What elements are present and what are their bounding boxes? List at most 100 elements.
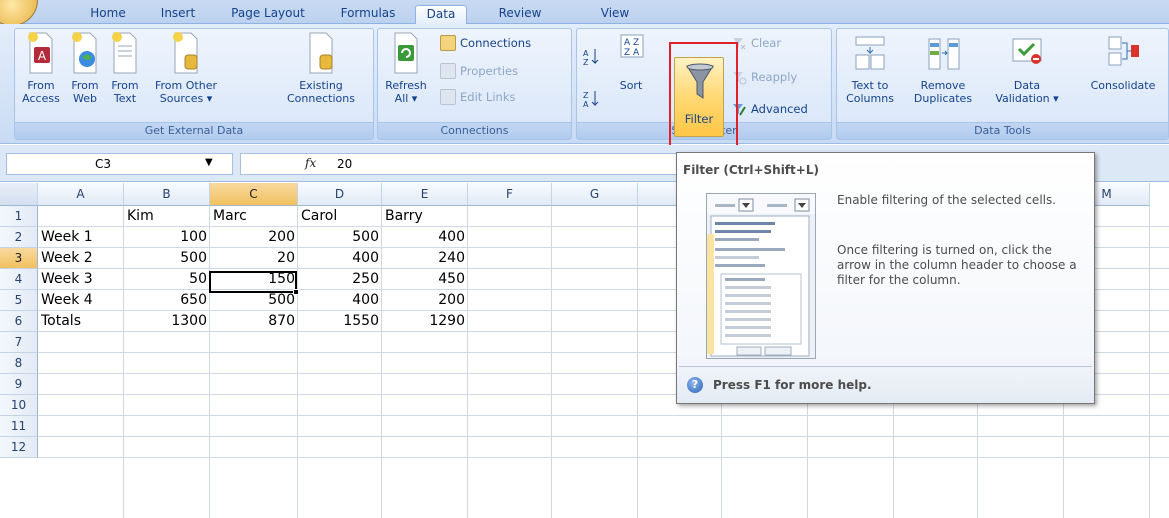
row-header-12[interactable]: 12 <box>0 437 38 458</box>
text-to-columns-line2: Columns <box>846 92 894 105</box>
cell-c1[interactable]: Marc <box>210 206 298 227</box>
properties-icon <box>440 63 456 79</box>
from-text-line1: From <box>111 79 139 92</box>
row-header-3[interactable]: 3 <box>0 248 38 269</box>
from-access-button[interactable]: A From Access <box>21 31 61 105</box>
row-header-11[interactable]: 11 <box>0 416 38 437</box>
sort-label: Sort <box>619 79 643 92</box>
sort-descending-icon: ZA <box>583 91 599 109</box>
tab-home[interactable]: Home <box>80 5 136 24</box>
column-header-f[interactable]: F <box>468 183 552 206</box>
cell-e3[interactable]: 240 <box>382 248 468 269</box>
refresh-all-button[interactable]: Refresh All ▾ <box>380 31 432 105</box>
advanced-button[interactable]: Advanced <box>731 101 808 117</box>
formula-value: 20 <box>337 157 353 171</box>
row-header-9[interactable]: 9 <box>0 374 38 395</box>
cell-c2[interactable]: 200 <box>210 227 298 248</box>
cell-a4[interactable]: Week 3 <box>38 269 124 290</box>
name-box[interactable]: C3 ▼ <box>6 153 233 175</box>
cell-e2[interactable]: 400 <box>382 227 468 248</box>
text-to-columns-button[interactable]: Text to Columns <box>839 31 901 105</box>
sort-a-to-z-button[interactable]: AZ <box>581 47 601 71</box>
cell-c3[interactable]: 20 <box>210 248 298 269</box>
cell-e5[interactable]: 200 <box>382 290 468 311</box>
consolidate-button[interactable]: Consolidate <box>1081 31 1165 92</box>
from-web-button[interactable]: From Web <box>67 31 103 105</box>
from-web-line1: From <box>71 79 99 92</box>
filter-label: Filter <box>684 112 714 126</box>
remove-duplicates-button[interactable]: Remove Duplicates <box>905 31 981 105</box>
cell-c6[interactable]: 870 <box>210 311 298 332</box>
group-connections: Refresh All ▾ Connections Properties Edi… <box>377 28 572 140</box>
cell-d5[interactable]: 400 <box>298 290 382 311</box>
existing-connections-button[interactable]: Existing Connections <box>273 31 369 105</box>
formula-input[interactable]: fx 20 <box>240 153 680 175</box>
cell-b5[interactable]: 650 <box>124 290 210 311</box>
row-header-10[interactable]: 10 <box>0 395 38 416</box>
row-header-6[interactable]: 6 <box>0 311 38 332</box>
column-header-c[interactable]: C <box>210 183 298 206</box>
insert-function-icon[interactable]: fx <box>305 156 316 170</box>
cell-b6[interactable]: 1300 <box>124 311 210 332</box>
tab-formulas[interactable]: Formulas <box>330 5 406 24</box>
tab-insert[interactable]: Insert <box>150 5 206 24</box>
column-header-b[interactable]: B <box>124 183 210 206</box>
consolidate-icon <box>1108 36 1139 66</box>
cell-a2[interactable]: Week 1 <box>38 227 124 248</box>
cell-d2[interactable]: 500 <box>298 227 382 248</box>
data-validation-button[interactable]: Data Validation ▾ <box>987 31 1067 105</box>
properties-button[interactable]: Properties <box>440 63 518 79</box>
connections-button[interactable]: Connections <box>440 35 531 51</box>
grid-hline <box>38 415 1169 416</box>
cell-a6[interactable]: Totals <box>38 311 124 332</box>
column-header-e[interactable]: E <box>382 183 468 206</box>
cell-c5[interactable]: 500 <box>210 290 298 311</box>
cell-b4[interactable]: 50 <box>124 269 210 290</box>
cell-d6[interactable]: 1550 <box>298 311 382 332</box>
name-box-dropdown-icon[interactable]: ▼ <box>205 157 213 168</box>
svg-text:Z: Z <box>583 91 589 100</box>
reapply-button[interactable]: Reapply <box>731 69 797 85</box>
cell-e4[interactable]: 450 <box>382 269 468 290</box>
reapply-label: Reapply <box>751 70 798 84</box>
tab-page-layout[interactable]: Page Layout <box>220 5 316 24</box>
sort-button[interactable]: A ZZ A Sort <box>611 31 651 92</box>
from-text-button[interactable]: From Text <box>107 31 143 105</box>
tab-review[interactable]: Review <box>484 5 556 24</box>
filter-button[interactable]: Filter <box>674 57 724 137</box>
select-all-corner[interactable] <box>0 183 38 206</box>
row-header-7[interactable]: 7 <box>0 332 38 353</box>
fill-handle[interactable] <box>293 289 299 295</box>
sort-z-to-a-button[interactable]: ZA <box>581 89 601 113</box>
from-text-line2: Text <box>113 92 137 105</box>
cell-b2[interactable]: 100 <box>124 227 210 248</box>
row-header-8[interactable]: 8 <box>0 353 38 374</box>
row-header-2[interactable]: 2 <box>0 227 38 248</box>
row-header-5[interactable]: 5 <box>0 290 38 311</box>
cell-a1[interactable] <box>38 206 124 227</box>
cell-e6[interactable]: 1290 <box>382 311 468 332</box>
row-header-4[interactable]: 4 <box>0 269 38 290</box>
refresh-icon <box>394 32 418 74</box>
column-header-a[interactable]: A <box>38 183 124 206</box>
from-access-line1: From <box>27 79 55 92</box>
cell-d1[interactable]: Carol <box>298 206 382 227</box>
row-header-1[interactable]: 1 <box>0 206 38 227</box>
cell-d3[interactable]: 400 <box>298 248 382 269</box>
cell-d4[interactable]: 250 <box>298 269 382 290</box>
edit-links-button[interactable]: Edit Links <box>440 89 515 105</box>
clear-button[interactable]: Clear <box>731 35 781 51</box>
cell-a5[interactable]: Week 4 <box>38 290 124 311</box>
column-header-d[interactable]: D <box>298 183 382 206</box>
cell-b3[interactable]: 500 <box>124 248 210 269</box>
column-header-g[interactable]: G <box>552 183 638 206</box>
tab-view[interactable]: View <box>592 5 638 24</box>
remove-duplicates-line1: Remove <box>920 79 966 92</box>
cell-a3[interactable]: Week 2 <box>38 248 124 269</box>
cell-e1[interactable]: Barry <box>382 206 468 227</box>
cell-b1[interactable]: Kim <box>124 206 210 227</box>
from-other-sources-button[interactable]: From Other Sources ▾ <box>147 31 225 105</box>
existing-connections-icon <box>309 32 333 74</box>
tab-data[interactable]: Data <box>415 5 467 24</box>
office-button[interactable] <box>0 0 38 26</box>
